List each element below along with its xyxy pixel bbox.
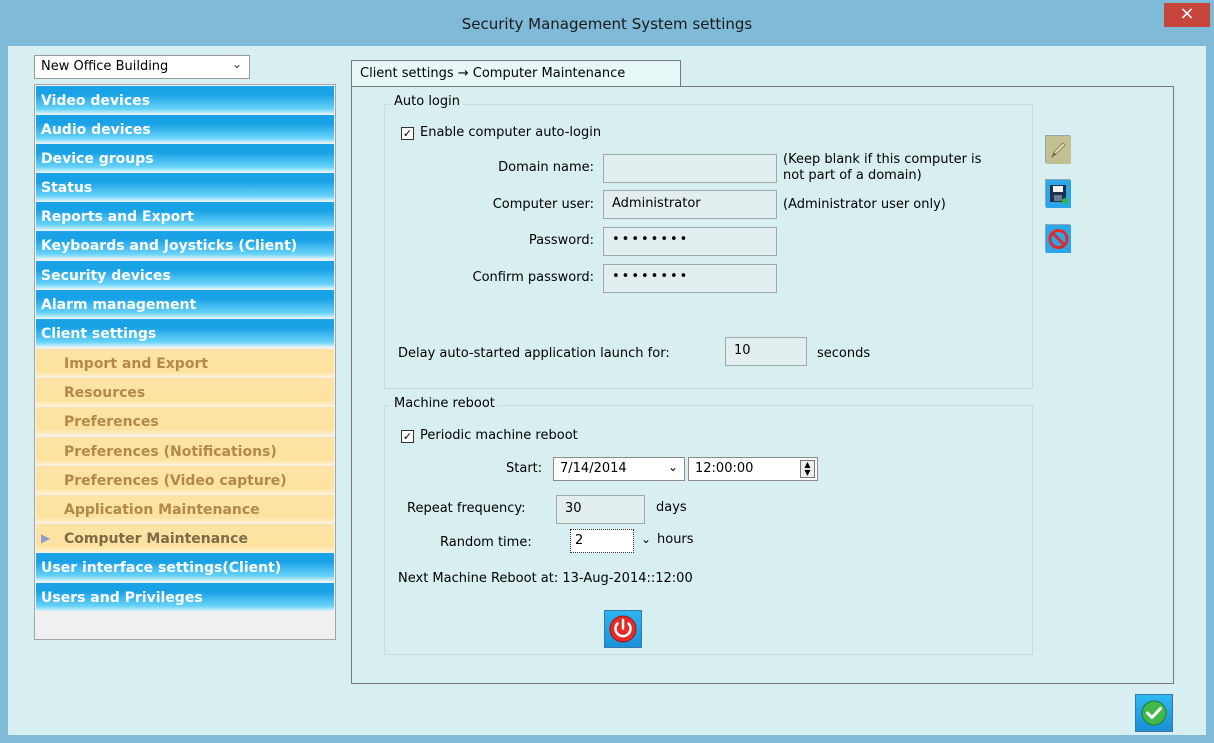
site-selector-value: New Office Building [41,59,169,74]
delay-seconds-field[interactable]: 10 [725,337,807,366]
selected-arrow-icon: ▶ [41,531,51,545]
nav-panel: Video devices Audio devices Device group… [34,84,336,640]
domain-name-label: Domain name: [498,160,594,175]
domain-name-field[interactable] [603,154,777,183]
ok-button[interactable] [1135,694,1173,732]
confirm-password-field[interactable]: •••••••• [603,264,777,293]
start-date-value: 7/14/2014 [560,461,627,476]
save-icon [1046,180,1071,208]
periodic-reboot-checkbox[interactable]: ✓ [401,430,414,443]
nav-item-alarm-management[interactable]: Alarm management [36,290,334,318]
reboot-now-button[interactable] [604,610,642,648]
chevron-down-icon: ⌄ [231,57,242,71]
cancel-icon [1046,225,1071,253]
nav-subitem-application-maintenance[interactable]: Application Maintenance [36,495,334,523]
delay-launch-label: Delay auto-started application launch fo… [398,346,670,361]
power-icon [609,615,637,643]
repeat-frequency-field[interactable]: 30 [556,495,645,524]
nav-subitem-preferences-video-capture[interactable]: Preferences (Video capture) [36,466,334,494]
repeat-frequency-label: Repeat frequency: [407,501,526,516]
start-time-picker[interactable]: 12:00:00 ▲ ▼ [688,457,818,481]
nav-subitem-preferences-notifications[interactable]: Preferences (Notifications) [36,437,334,465]
nav-item-users-privileges[interactable]: Users and Privileges [36,583,334,611]
random-time-label: Random time: [440,535,532,550]
cancel-button[interactable] [1045,224,1071,253]
edit-button[interactable] [1045,135,1071,164]
computer-user-hint: (Administrator user only) [783,197,946,212]
nav-item-audio-devices[interactable]: Audio devices [36,115,334,143]
nav-item-video-devices[interactable]: Video devices [36,86,334,114]
confirm-password-label: Confirm password: [472,270,594,285]
password-label: Password: [528,233,594,248]
nav-item-keyboards-joysticks[interactable]: Keyboards and Joysticks (Client) [36,231,334,259]
nav-subitem-computer-maintenance[interactable]: ▶ Computer Maintenance [36,524,334,552]
save-button[interactable] [1045,179,1071,208]
repeat-frequency-unit: days [656,500,687,515]
start-time-value: 12:00:00 [695,461,754,476]
computer-user-label: Computer user: [492,197,594,212]
settings-window: Security Management System settings × Ne… [0,0,1214,743]
tab-computer-maintenance[interactable]: Client settings → Computer Maintenance [351,60,681,87]
random-time-select[interactable]: 2 [570,529,634,553]
nav-item-status[interactable]: Status [36,173,334,201]
close-button[interactable]: × [1164,3,1210,27]
nav-item-user-interface-settings[interactable]: User interface settings(Client) [36,553,334,581]
nav-subitem-label: Computer Maintenance [64,531,248,547]
checkmark-icon [1141,700,1167,726]
enable-auto-login-checkbox[interactable]: ✓ [401,127,414,140]
title-bar[interactable]: Security Management System settings × [0,0,1214,46]
nav-subitem-import-export[interactable]: Import and Export [36,349,334,377]
site-selector[interactable]: New Office Building ⌄ [34,55,250,79]
chevron-down-icon[interactable]: ⌄ [641,532,651,546]
nav-subitem-preferences[interactable]: Preferences [36,407,334,435]
nav-item-device-groups[interactable]: Device groups [36,144,334,172]
nav-subitem-resources[interactable]: Resources [36,378,334,406]
nav-item-security-devices[interactable]: Security devices [36,261,334,289]
computer-user-field[interactable]: Administrator [603,190,777,219]
spinner-icon[interactable]: ▲ ▼ [800,460,815,478]
random-time-value: 2 [575,533,584,548]
nav-item-client-settings[interactable]: Client settings [36,319,334,347]
pencil-icon [1046,136,1071,164]
auto-login-group-label: Auto login [391,94,463,109]
window-title: Security Management System settings [461,15,753,33]
password-field[interactable]: •••••••• [603,227,777,256]
start-date-picker[interactable]: 7/14/2014 ⌄ [553,457,685,481]
chevron-down-icon: ⌄ [667,460,678,474]
next-reboot-text: Next Machine Reboot at: 13-Aug-2014::12:… [398,571,693,586]
machine-reboot-group-label: Machine reboot [391,396,498,411]
random-time-unit: hours [657,532,694,547]
domain-hint-line1: (Keep blank if this computer is [783,152,982,167]
periodic-reboot-label: Periodic machine reboot [420,428,578,443]
domain-hint-line2: not part of a domain) [783,168,922,183]
enable-auto-login-label: Enable computer auto-login [420,125,602,140]
start-label: Start: [506,461,543,476]
delay-unit-label: seconds [817,346,871,361]
nav-item-reports-export[interactable]: Reports and Export [36,202,334,230]
